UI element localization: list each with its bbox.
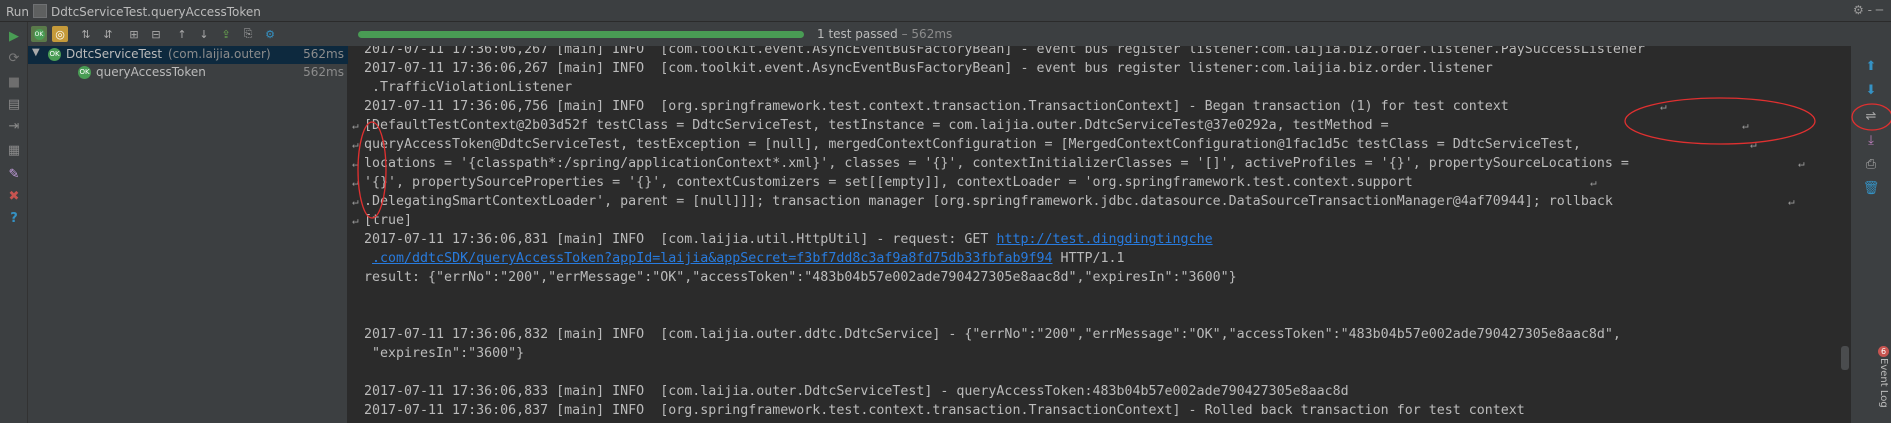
test-tree: ▼ OK DdtcServiceTest (com.laijia.outer) … <box>28 46 348 423</box>
run-label: Run <box>6 5 30 19</box>
tree-node-root[interactable]: ▼ OK DdtcServiceTest (com.laijia.outer) … <box>28 46 348 64</box>
close-icon[interactable]: ✖ <box>6 188 22 204</box>
soft-wrap-icon: ↵ <box>352 214 359 227</box>
console-line: queryAccessToken@DdtcServiceTest, testEx… <box>364 137 1581 152</box>
console-line: 2017-07-11 17:36:06,267 [main] INFO [com… <box>364 61 1493 76</box>
expand-all-icon[interactable]: ⊞ <box>126 26 142 42</box>
next-failed-icon[interactable]: ↓ <box>196 26 212 42</box>
show-ignored-icon[interactable]: ◎ <box>52 26 68 42</box>
sort-by-duration-icon[interactable]: ⇵ <box>100 26 116 42</box>
soft-wrap-icon: ↵ <box>1590 176 1597 189</box>
rerun-failed-icon[interactable]: ⟳ <box>6 50 22 66</box>
soft-wrap-icon: ↵ <box>352 176 359 189</box>
run-title: Run DdtcServiceTest.queryAccessToken <box>6 4 261 19</box>
test-passed-icon: OK <box>48 48 61 61</box>
tests-duration: – 562ms <box>897 27 953 41</box>
test-progress-bar <box>358 31 804 38</box>
test-status-text: 1 test passed – 562ms <box>817 27 952 41</box>
console-line: result: {"errNo":"200","errMessage":"OK"… <box>364 270 1237 285</box>
request-url-link-continued[interactable]: .com/ddtcSDK/queryAccessToken?appId=laij… <box>372 251 1052 266</box>
tree-node-root-name: DdtcServiceTest <box>66 47 163 61</box>
console-line: 2017-07-11 17:36:06,833 [main] INFO [com… <box>364 384 1349 399</box>
soft-wrap-icon: ↵ <box>1788 195 1795 208</box>
show-passed-icon[interactable]: OK <box>31 26 47 42</box>
console-output[interactable]: 2017-07-11 17:36:06,267 [main] INFO [com… <box>348 46 1851 423</box>
soft-wrap-toggle-icon[interactable]: ⇌ <box>1863 108 1879 124</box>
request-url-link[interactable]: http://test.dingdingtingche <box>996 232 1212 247</box>
soft-wrap-icon: ↵ <box>352 157 359 170</box>
console-line: '{}', propertySourceProperties = '{}', c… <box>364 175 1413 190</box>
scroll-down-icon[interactable]: ⬇ <box>1863 82 1879 98</box>
clear-all-icon[interactable]: 🗑 <box>1863 180 1880 196</box>
scroll-up-icon[interactable]: ⬆ <box>1863 58 1879 74</box>
export-icon[interactable]: ⇥ <box>6 118 22 134</box>
console-line: 2017-07-11 17:36:06,756 [main] INFO [org… <box>364 99 1509 114</box>
tree-node-child-time: 562ms <box>303 65 344 79</box>
event-log-count: 6 <box>1878 346 1889 357</box>
request-protocol: HTTP/1.1 <box>1052 251 1125 266</box>
help-icon[interactable]: ? <box>6 210 22 226</box>
console-line: 2017-07-11 17:36:06,832 [main] INFO [com… <box>364 327 1621 342</box>
export-results-icon[interactable]: ⇪ <box>218 26 234 42</box>
stop-icon[interactable]: ■ <box>6 74 22 90</box>
run-config-name: DdtcServiceTest.queryAccessToken <box>51 5 261 19</box>
title-settings-icon[interactable]: ⚙ - ─ <box>1853 3 1883 17</box>
collapse-all-icon[interactable]: ⊟ <box>148 26 164 42</box>
tree-node-root-package: (com.laijia.outer) <box>168 47 271 61</box>
console-line-request-cont: .com/ddtcSDK/queryAccessToken?appId=laij… <box>364 249 1125 268</box>
soft-wrap-icon: ↵ <box>352 119 359 132</box>
request-text: 2017-07-11 17:36:06,831 [main] INFO [com… <box>364 232 997 247</box>
tests-passed-label: 1 test passed <box>817 27 898 41</box>
scroll-to-end-icon[interactable]: ⤓ <box>1863 132 1879 148</box>
rerun-icon[interactable]: ▶ <box>6 28 22 44</box>
console-line: .DelegatingSmartContextLoader', parent =… <box>364 194 1613 209</box>
test-toolbar: OK ◎ ⇅ ⇵ ⊞ ⊟ ↑ ↓ ⇪ ⎘ ⚙ <box>28 22 348 46</box>
tree-node-child[interactable]: OK queryAccessToken 562ms <box>28 64 348 82</box>
soft-wrap-icon: ↵ <box>1750 138 1757 151</box>
dump-threads-icon[interactable]: ▤ <box>6 96 22 112</box>
soft-wrap-icon: ↵ <box>1660 100 1667 113</box>
tree-node-child-name: queryAccessToken <box>96 65 206 79</box>
event-log-tab[interactable]: 6 Event Log <box>1876 346 1891 423</box>
scroll-thumb[interactable] <box>1841 346 1849 370</box>
sort-alphabetically-icon[interactable]: ⇅ <box>78 26 94 42</box>
expand-arrow-icon[interactable]: ▼ <box>32 47 40 58</box>
soft-wrap-icon: ↵ <box>352 138 359 151</box>
soft-wrap-icon: ↵ <box>1798 157 1805 170</box>
run-config-icon <box>33 4 48 18</box>
run-title-bar: Run DdtcServiceTest.queryAccessToken ⚙ - … <box>0 0 1891 22</box>
test-status-bar: 1 test passed – 562ms <box>348 22 1891 46</box>
console-line: [DefaultTestContext@2b03d52f testClass =… <box>364 118 1389 133</box>
console-line: locations = '{classpath*:/spring/applica… <box>364 156 1629 171</box>
console-scrollbar[interactable] <box>1839 46 1851 423</box>
console-line: 2017-07-11 17:36:06,837 [main] INFO [org… <box>364 403 1525 418</box>
console-line-request: 2017-07-11 17:36:06,831 [main] INFO [com… <box>364 230 1213 249</box>
previous-failed-icon[interactable]: ↑ <box>174 26 190 42</box>
test-passed-icon: OK <box>78 66 91 79</box>
left-toolbar: ▶ ⟳ ■ ▤ ⇥ ▦ ✎ ✖ ? <box>0 22 28 423</box>
console-line: 2017-07-11 17:36:06,267 [main] INFO [com… <box>364 46 1645 57</box>
settings-gear-icon[interactable]: ⚙ <box>262 26 278 42</box>
layout-icon[interactable]: ▦ <box>6 142 22 158</box>
event-log-label: Event Log <box>1878 358 1889 408</box>
soft-wrap-icon: ↵ <box>352 195 359 208</box>
pin-icon[interactable]: ✎ <box>6 166 22 182</box>
print-icon[interactable]: ⎙ <box>1863 156 1879 172</box>
console-line: .TrafficViolationListener <box>364 80 573 95</box>
console-line: "expiresIn":"3600"} <box>364 346 525 361</box>
soft-wrap-icon: ↵ <box>1742 119 1749 132</box>
tree-node-root-time: 562ms <box>303 47 344 61</box>
console-line: [true] <box>364 213 413 228</box>
import-results-icon[interactable]: ⎘ <box>240 26 256 42</box>
